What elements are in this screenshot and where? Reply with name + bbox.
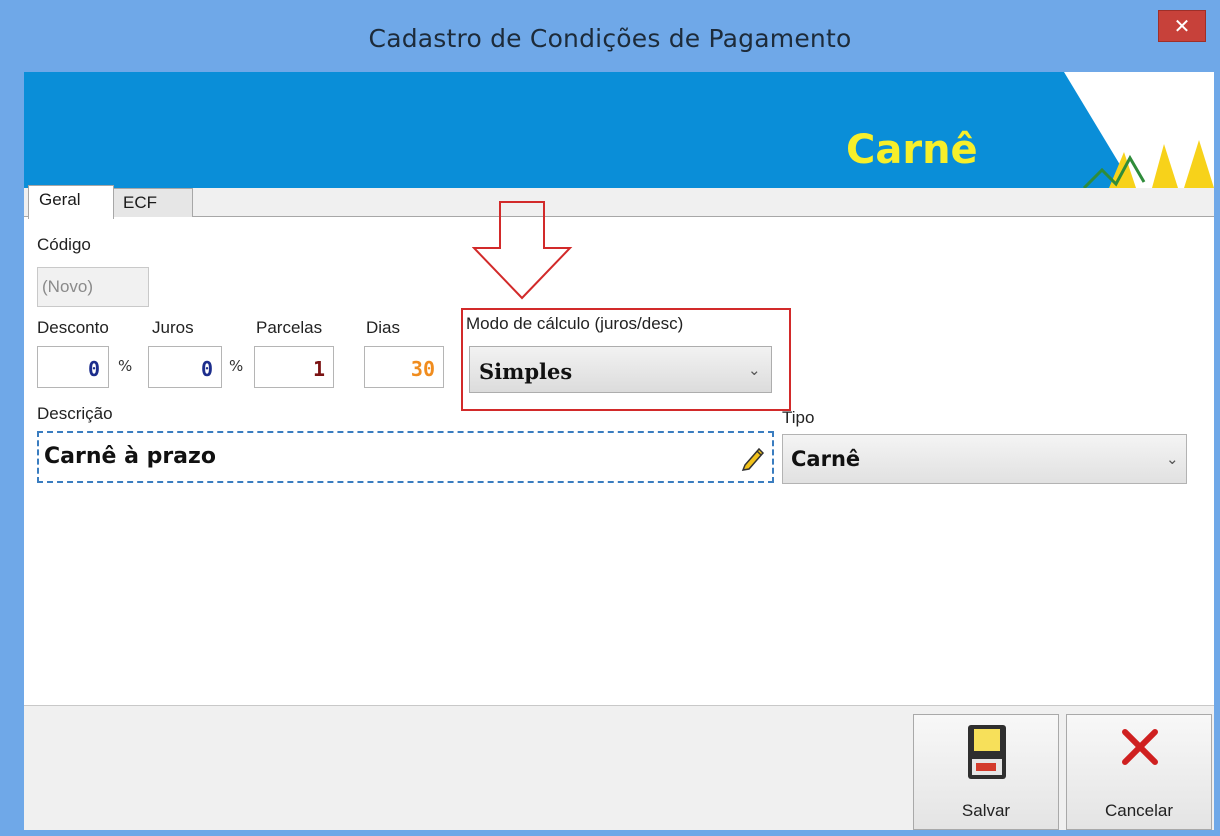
tipo-value: Carnê bbox=[791, 447, 861, 471]
juros-label: Juros bbox=[152, 318, 194, 337]
red-x-icon bbox=[1122, 729, 1158, 765]
save-button[interactable]: Salvar bbox=[913, 714, 1059, 830]
tab-ecf[interactable]: ECF bbox=[113, 188, 193, 217]
close-button[interactable]: ✕ bbox=[1158, 10, 1206, 42]
cancel-button[interactable]: Cancelar bbox=[1066, 714, 1212, 830]
title-bar[interactable]: Cadastro de Condições de Pagamento ✕ bbox=[0, 0, 1220, 72]
cancel-button-label: Cancelar bbox=[1104, 801, 1174, 820]
tab-geral[interactable]: Geral bbox=[28, 185, 114, 219]
banner-title: Carnê bbox=[846, 127, 978, 173]
juros-input[interactable]: 0 bbox=[148, 346, 222, 388]
pencil-icon bbox=[741, 447, 765, 471]
banner-decoration bbox=[1064, 72, 1214, 188]
desconto-input[interactable]: 0 bbox=[37, 346, 109, 388]
codigo-label: Código bbox=[37, 235, 91, 254]
floppy-disk-icon bbox=[968, 725, 1006, 779]
parcelas-input[interactable]: 1 bbox=[254, 346, 334, 388]
geral-panel: Código (Novo) Desconto Juros Parcelas Di… bbox=[24, 216, 1214, 828]
highlight-box bbox=[461, 308, 791, 411]
header-banner: Carnê bbox=[24, 72, 1214, 188]
dias-label: Dias bbox=[366, 318, 401, 337]
dialog-body: Carnê Geral ECF Código (Novo) Desconto J… bbox=[24, 72, 1214, 830]
down-arrow-annotation bbox=[472, 201, 573, 300]
close-icon: ✕ bbox=[1173, 14, 1191, 38]
tipo-label: Tipo bbox=[782, 408, 815, 427]
descricao-label: Descrição bbox=[37, 404, 113, 423]
tab-strip: Geral ECF bbox=[24, 185, 1214, 219]
desconto-label: Desconto bbox=[37, 318, 109, 337]
window-title: Cadastro de Condições de Pagamento bbox=[368, 24, 852, 53]
juros-percent: % bbox=[229, 357, 244, 375]
dias-input[interactable]: 30 bbox=[364, 346, 444, 388]
descricao-value: Carnê à prazo bbox=[44, 444, 216, 469]
codigo-field: (Novo) bbox=[37, 267, 149, 307]
descricao-input[interactable]: Carnê à prazo bbox=[37, 431, 774, 483]
window: Cadastro de Condições de Pagamento ✕ Car… bbox=[0, 0, 1220, 836]
chevron-down-icon: ⌄ bbox=[1166, 450, 1179, 468]
tipo-select[interactable]: Carnê ⌄ bbox=[782, 434, 1187, 484]
desconto-percent: % bbox=[118, 357, 133, 375]
parcelas-label: Parcelas bbox=[256, 318, 323, 337]
save-button-label: Salvar bbox=[961, 801, 1011, 820]
